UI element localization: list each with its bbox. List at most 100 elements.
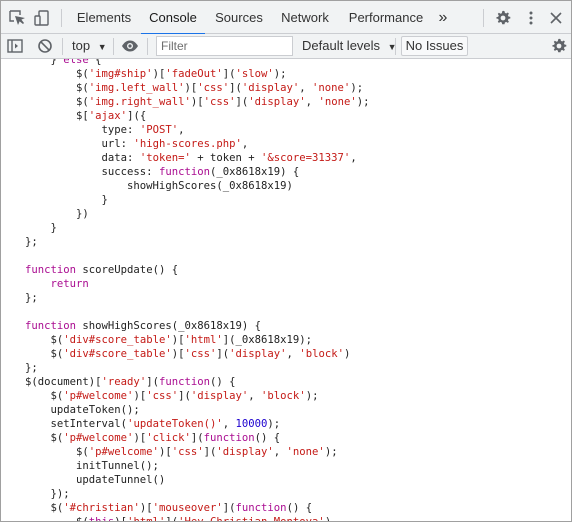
tab-elements[interactable]: Elements [71, 1, 137, 34]
code-line: updateTunnel() [25, 473, 165, 487]
code-token: 'token=' [139, 152, 191, 164]
code-token: function [25, 320, 77, 332]
more-options-icon[interactable] [521, 8, 541, 28]
code-token: data: [25, 152, 140, 164]
code-token: ) [343, 348, 351, 360]
code-line: $('img.left_wall')['css']('display', 'no… [25, 81, 363, 95]
code-token: ); [324, 446, 338, 458]
tab-network[interactable]: Network [273, 1, 337, 34]
tab-performance[interactable]: Performance [343, 1, 429, 34]
code-token: )[ [190, 96, 204, 108]
code-token: 'mouseover' [152, 502, 223, 514]
console-output: } else { $('img#ship')['fadeOut']('slow'… [1, 59, 571, 521]
code-line: }) [25, 207, 89, 221]
console-toolbar: top ▼ Default levels ▼ No Issues [1, 34, 571, 59]
code-line: }; [25, 361, 38, 375]
code-token: )[ [152, 68, 166, 80]
live-expression-eye-icon[interactable] [120, 36, 140, 56]
code-line: $(this)['html']('Hey Christian Montoya') [25, 515, 331, 521]
code-token: } [25, 222, 57, 234]
code-token: 'none' [318, 96, 357, 108]
code-token: 'css' [184, 348, 217, 360]
code-token: initTunnel(); [25, 460, 159, 472]
code-token: showHighScores(_0x8618x19) [25, 180, 293, 192]
code-line: $('#christian')['mouseover'](function() … [25, 501, 313, 515]
show-sidebar-icon[interactable] [5, 36, 25, 56]
code-token: )[ [114, 516, 127, 521]
tab-sources[interactable]: Sources [209, 1, 269, 34]
code-line: $('img#ship')['fadeOut']('slow'); [25, 67, 287, 81]
code-token: 'display' [216, 446, 274, 458]
code-token: $[ [25, 110, 89, 122]
code-token: $( [25, 334, 64, 346]
log-levels-dropdown[interactable]: Default levels ▼ [302, 34, 397, 58]
code-token: 'css' [171, 446, 204, 458]
code-line: function showHighScores(_0x8618x19) { [25, 319, 261, 333]
filter-input[interactable] [156, 36, 293, 56]
code-token: $( [25, 390, 64, 402]
context-selector[interactable]: top ▼ [72, 34, 107, 58]
code-line: $('p#welcome')['css']('display', 'block'… [25, 389, 319, 403]
code-line: $('p#welcome')['click'](function() { [25, 431, 281, 445]
issues-button[interactable]: No Issues [401, 36, 468, 56]
code-line: }; [25, 291, 38, 305]
close-icon[interactable] [546, 8, 566, 28]
code-token: 'p#welcome' [88, 446, 159, 458]
console-settings-gear-icon[interactable] [549, 36, 569, 56]
code-line: url: 'high-scores.php', [25, 137, 249, 151]
code-token: 'updateToken()' [127, 418, 223, 430]
code-line: }); [25, 487, 70, 501]
code-token: function [25, 264, 77, 276]
code-token: ); [350, 82, 364, 94]
code-token: ]( [146, 376, 159, 388]
code-line: $(document)['ready'](function() { [25, 375, 236, 389]
code-token: , [248, 390, 262, 402]
code-line: } else { [25, 59, 102, 67]
code-token: $( [25, 348, 64, 360]
tab-console[interactable]: Console [141, 1, 205, 35]
code-token: )[ [171, 334, 185, 346]
code-token: ]( [222, 502, 236, 514]
code-token: 'block' [299, 348, 344, 360]
settings-gear-icon[interactable] [493, 8, 513, 28]
code-token: }; [25, 236, 38, 248]
code-token: 'css' [197, 82, 230, 94]
more-tabs-button[interactable]: » [433, 1, 453, 34]
clear-console-icon[interactable] [35, 36, 55, 56]
device-toolbar-icon[interactable] [32, 8, 52, 28]
code-line: success: function(_0x8618x19) { [25, 165, 300, 179]
code-token: $( [25, 82, 89, 94]
code-token: ]( [235, 96, 249, 108]
code-token: )[ [133, 390, 147, 402]
code-token: ](_0x8618x19); [222, 334, 313, 346]
code-token: updateToken(); [25, 404, 140, 416]
code-token: ]( [216, 348, 230, 360]
context-label: top [72, 38, 91, 53]
code-token: 10000 [235, 418, 268, 430]
code-token: $( [25, 502, 64, 514]
code-token: $( [25, 432, 64, 444]
code-line: $('img.right_wall')['css']('display', 'n… [25, 95, 369, 109]
code-token: }; [25, 292, 38, 304]
code-token: function [158, 166, 210, 178]
code-token: 'Hey Christian Montoya' [178, 516, 325, 521]
code-token: ); [273, 68, 287, 80]
code-token: ]( [229, 82, 242, 94]
code-token: function [203, 432, 255, 444]
code-token: 'html' [184, 334, 223, 346]
code-token: )[ [158, 446, 172, 458]
toolbar-divider [483, 9, 484, 27]
toolbar-divider [395, 38, 396, 55]
code-token: ]({ [127, 110, 147, 122]
code-token: ]( [190, 432, 204, 444]
code-line: data: 'token=' + token + '&score=31337', [25, 151, 357, 165]
code-token: '&score=31337' [261, 152, 351, 164]
code-token: function [158, 376, 210, 388]
code-token: 'p#welcome' [63, 432, 134, 444]
code-token: 'display' [229, 348, 287, 360]
code-token: showHighScores(_0x8618x19) { [76, 320, 261, 332]
inspect-element-icon[interactable] [7, 8, 27, 28]
code-token: 'html' [127, 516, 165, 521]
code-token: 'div#score_table' [63, 348, 172, 360]
